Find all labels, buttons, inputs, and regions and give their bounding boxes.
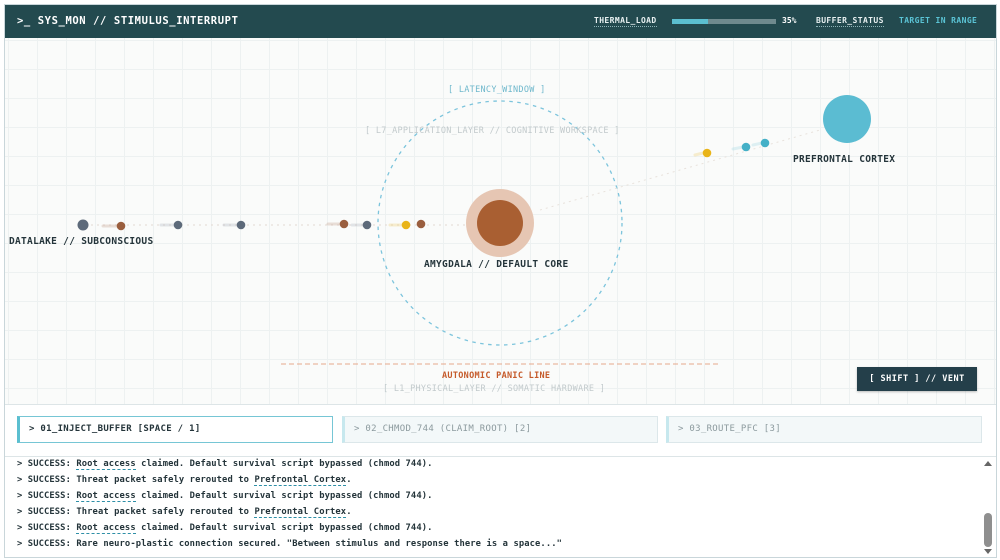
threat-packet: [741, 142, 751, 152]
threat-packet: [760, 138, 770, 148]
threat-packet: [339, 219, 349, 229]
packet-trail: [751, 141, 764, 147]
threat-packet: [401, 220, 411, 230]
app-title: >_ SYS_MON // STIMULUS_INTERRUPT: [17, 15, 239, 27]
log-link: Root access: [76, 459, 136, 470]
datalake-node: [77, 219, 89, 231]
l7-layer-label: [ L7_APPLICATION_LAYER // COGNITIVE WORK…: [365, 126, 620, 136]
thermal-load-fill: [672, 19, 709, 24]
scroll-up-arrow-icon[interactable]: [984, 461, 992, 466]
log-line: > SUCCESS: Threat packet safely rerouted…: [17, 475, 352, 486]
chmod-744-button[interactable]: > 02_CHMOD_744 (CLAIM_ROOT) [2]: [342, 416, 658, 443]
thermal-load-meter: [672, 19, 776, 24]
amygdala-node[interactable]: [477, 200, 523, 246]
vent-button[interactable]: [ SHIFT ] // VENT: [857, 367, 977, 391]
log-line: > SUCCESS: Root access claimed. Default …: [17, 523, 433, 534]
scroll-thumb[interactable]: [984, 513, 992, 547]
threat-packet: [116, 221, 126, 231]
log-line: > SUCCESS: Threat packet safely rerouted…: [17, 507, 352, 518]
thermal-load-label: THERMAL_LOAD: [594, 16, 657, 27]
l1-layer-label: [ L1_PHYSICAL_LAYER // SOMATIC HARDWARE …: [383, 384, 606, 394]
log-line: > SUCCESS: Rare neuro-plastic connection…: [17, 539, 563, 549]
latency-window-label: [ LATENCY_WINDOW ]: [448, 85, 546, 95]
event-log: > SUCCESS: Root access claimed. Default …: [5, 456, 996, 557]
packet-trail: [731, 145, 745, 151]
packet-trails: [101, 141, 764, 228]
app-window: >_ SYS_MON // STIMULUS_INTERRUPT THERMAL…: [4, 4, 997, 558]
datalake-label: DATALAKE // SUBCONSCIOUS: [9, 236, 154, 247]
inject-buffer-button[interactable]: > 01_INJECT_BUFFER [SPACE / 1]: [17, 416, 333, 443]
threat-packet: [173, 220, 183, 230]
log-link: Prefrontal Cortex: [254, 475, 347, 486]
prefrontal-cortex-node[interactable]: [823, 95, 871, 143]
thermal-load-value: 35%: [782, 16, 797, 25]
scroll-down-arrow-icon[interactable]: [984, 549, 992, 554]
prefrontal-cortex-label: PREFRONTAL CORTEX: [793, 154, 896, 165]
buffer-status-value: TARGET IN RANGE: [899, 16, 978, 25]
threat-packet: [702, 148, 712, 158]
panic-line-label: AUTONOMIC PANIC LINE: [442, 371, 551, 381]
log-line: > SUCCESS: Root access claimed. Default …: [17, 459, 433, 470]
threat-packet: [362, 220, 372, 230]
cortical-path: [539, 129, 821, 211]
log-line: > SUCCESS: Root access claimed. Default …: [17, 491, 433, 502]
neural-map-canvas: [ LATENCY_WINDOW ] [ L7_APPLICATION_LAYE…: [5, 38, 996, 404]
packet-trail: [693, 151, 705, 157]
action-bar: > 01_INJECT_BUFFER [SPACE / 1] > 02_CHMO…: [5, 404, 996, 456]
buffer-status-label: BUFFER_STATUS: [816, 16, 884, 27]
top-bar: >_ SYS_MON // STIMULUS_INTERRUPT THERMAL…: [5, 5, 996, 38]
log-scrollbar[interactable]: [983, 459, 993, 556]
route-pfc-button[interactable]: > 03_ROUTE_PFC [3]: [666, 416, 982, 443]
threat-packet: [416, 219, 426, 229]
log-link: Prefrontal Cortex: [254, 507, 347, 518]
threat-packet: [236, 220, 246, 230]
log-link: Root access: [76, 491, 136, 502]
log-link: Root access: [76, 523, 136, 534]
amygdala-label: AMYGDALA // DEFAULT CORE: [424, 259, 569, 270]
